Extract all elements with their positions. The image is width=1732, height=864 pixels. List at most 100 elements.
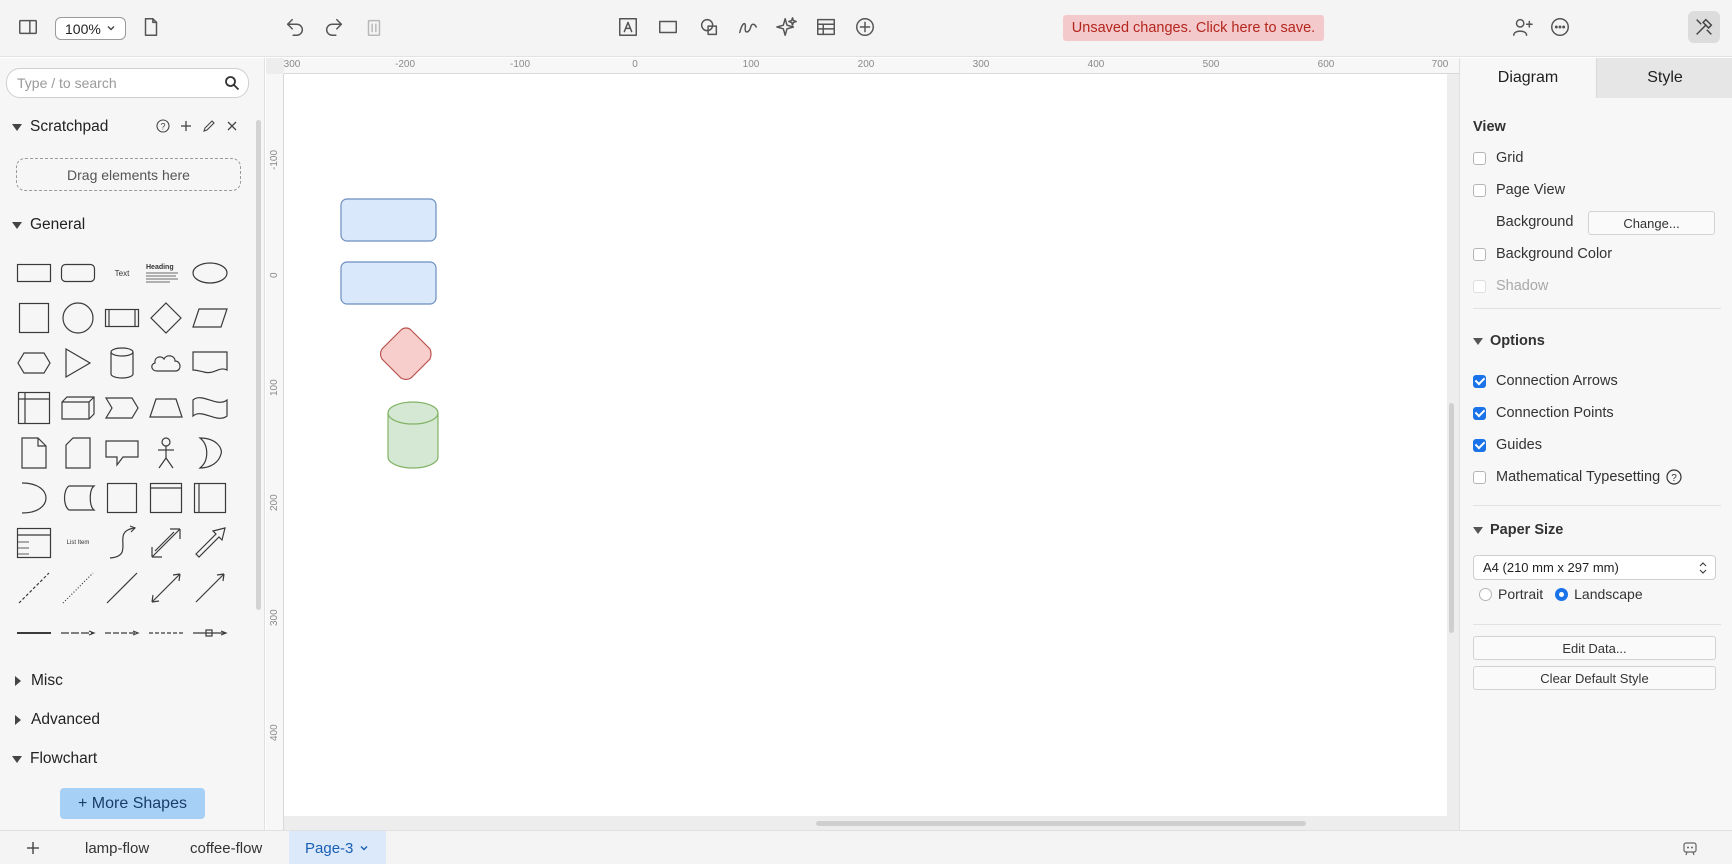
connection-points-checkbox[interactable]	[1473, 406, 1486, 420]
general-header[interactable]: General	[12, 216, 85, 234]
cylinder-node[interactable]	[386, 401, 440, 470]
card-shape[interactable]	[58, 433, 98, 473]
sidebar-scrollbar[interactable]	[256, 120, 261, 610]
connector-with-symbol-shape[interactable]	[190, 613, 230, 653]
process-shape[interactable]	[102, 298, 142, 338]
actor-shape[interactable]	[146, 433, 186, 473]
callout-shape[interactable]	[102, 433, 142, 473]
help-icon[interactable]: ?	[1666, 469, 1682, 485]
text-icon[interactable]	[614, 13, 642, 41]
note-shape[interactable]	[14, 433, 54, 473]
sidebar-toggle-icon[interactable]	[14, 13, 42, 41]
tab-lamp-flow[interactable]: lamp-flow	[85, 831, 149, 864]
rounded-rectangle-node[interactable]	[340, 261, 438, 306]
scratchpad-drop-zone[interactable]: Drag elements here	[16, 158, 241, 191]
directional-connector-shape[interactable]	[190, 568, 230, 608]
cube-shape[interactable]	[58, 388, 98, 428]
portrait-radio[interactable]	[1479, 587, 1492, 601]
tab-page-3[interactable]: Page-3	[289, 831, 387, 864]
edit-mode-icon[interactable]	[1688, 11, 1720, 43]
options-header[interactable]: Options	[1473, 333, 1545, 349]
add-icon[interactable]	[179, 119, 193, 133]
dotted-line-shape[interactable]	[58, 568, 98, 608]
page-view-checkbox[interactable]	[1473, 183, 1486, 197]
or-shape[interactable]	[190, 433, 230, 473]
tab-style[interactable]: Style	[1596, 58, 1732, 98]
paper-size-select[interactable]: A4 (210 mm x 297 mm)	[1473, 555, 1716, 580]
tape-shape[interactable]	[190, 388, 230, 428]
link-shape[interactable]	[14, 613, 54, 653]
math-typesetting-checkbox[interactable]	[1473, 470, 1486, 484]
internal-storage-shape[interactable]	[14, 388, 54, 428]
landscape-radio[interactable]	[1555, 587, 1569, 601]
page-view-option[interactable]: Page View	[1473, 182, 1565, 198]
edit-icon[interactable]	[202, 119, 216, 133]
hexagon-shape[interactable]	[14, 343, 54, 383]
frame-shape[interactable]	[146, 478, 186, 518]
cloud-shape[interactable]	[146, 343, 186, 383]
tab-diagram[interactable]: Diagram	[1460, 58, 1596, 98]
rectangle-icon[interactable]	[654, 13, 682, 41]
circle-shape[interactable]	[58, 298, 98, 338]
feedback-icon[interactable]	[1681, 831, 1699, 864]
grid-option[interactable]: Grid	[1473, 150, 1523, 166]
canvas-area[interactable]: 300 -200 -100 0 100 200 300 400 500 600 …	[266, 58, 1459, 830]
rounded-rectangle-node[interactable]	[340, 198, 438, 243]
misc-header[interactable]: Misc	[12, 672, 63, 690]
freehand-icon[interactable]	[734, 13, 762, 41]
guides-checkbox[interactable]	[1473, 438, 1486, 452]
add-page-icon[interactable]	[26, 831, 40, 864]
insert-icon[interactable]	[851, 13, 879, 41]
rounded-rectangle-shape[interactable]	[58, 253, 98, 293]
advanced-header[interactable]: Advanced	[12, 711, 100, 729]
ellipse-shape[interactable]	[190, 253, 230, 293]
more-shapes-button[interactable]: + More Shapes	[60, 788, 205, 819]
container-shape[interactable]	[102, 478, 142, 518]
connection-points-option[interactable]: Connection Points	[1473, 405, 1614, 421]
rhombus-node[interactable]	[378, 326, 434, 382]
background-color-checkbox[interactable]	[1473, 247, 1486, 261]
canvas-vertical-scrollbar[interactable]	[1449, 403, 1454, 633]
triangle-shape[interactable]	[58, 343, 98, 383]
list-shape[interactable]	[14, 523, 54, 563]
square-shape[interactable]	[14, 298, 54, 338]
arrow-shape[interactable]	[190, 523, 230, 563]
more-options-icon[interactable]	[1546, 13, 1574, 41]
connector-with-three-labels-shape[interactable]	[146, 613, 186, 653]
shapes-icon[interactable]	[695, 13, 723, 41]
bidirectional-connector-shape[interactable]	[146, 568, 186, 608]
document-shape[interactable]	[190, 343, 230, 383]
parallelogram-shape[interactable]	[190, 298, 230, 338]
math-typesetting-option[interactable]: Mathematical Typesetting ?	[1473, 469, 1682, 485]
sparkles-icon[interactable]	[773, 13, 801, 41]
unsaved-changes-banner[interactable]: Unsaved changes. Click here to save.	[1063, 15, 1324, 41]
curve-shape[interactable]	[102, 523, 142, 563]
connector-with-two-labels-shape[interactable]	[102, 613, 142, 653]
canvas-horizontal-scrollbar[interactable]	[816, 821, 1306, 826]
grid-checkbox[interactable]	[1473, 151, 1486, 165]
search-icon[interactable]	[224, 75, 240, 91]
page-icon[interactable]	[137, 13, 165, 41]
drawing-page[interactable]	[284, 74, 1447, 816]
clear-default-style-button[interactable]: Clear Default Style	[1473, 666, 1716, 690]
bidirectional-arrow-shape[interactable]	[146, 523, 186, 563]
trapezoid-shape[interactable]	[146, 388, 186, 428]
table-icon[interactable]	[812, 13, 840, 41]
close-icon[interactable]	[225, 119, 239, 133]
dashed-line-shape[interactable]	[14, 568, 54, 608]
edit-data-button[interactable]: Edit Data...	[1473, 636, 1716, 660]
tab-coffee-flow[interactable]: coffee-flow	[190, 831, 262, 864]
diamond-shape[interactable]	[146, 298, 186, 338]
zoom-select[interactable]: 100%	[55, 17, 126, 40]
flowchart-header[interactable]: Flowchart	[12, 750, 97, 768]
chevron-down-icon[interactable]	[358, 842, 370, 854]
paper-size-header[interactable]: Paper Size	[1473, 522, 1563, 538]
data-storage-shape[interactable]	[58, 478, 98, 518]
undo-icon[interactable]	[281, 13, 309, 41]
text-shape[interactable]: Text	[102, 253, 142, 293]
help-icon[interactable]: ?	[156, 119, 170, 133]
change-background-button[interactable]: Change...	[1588, 211, 1715, 235]
step-shape[interactable]	[102, 388, 142, 428]
cylinder-shape[interactable]	[102, 343, 142, 383]
heading-shape[interactable]: Heading	[146, 253, 186, 293]
